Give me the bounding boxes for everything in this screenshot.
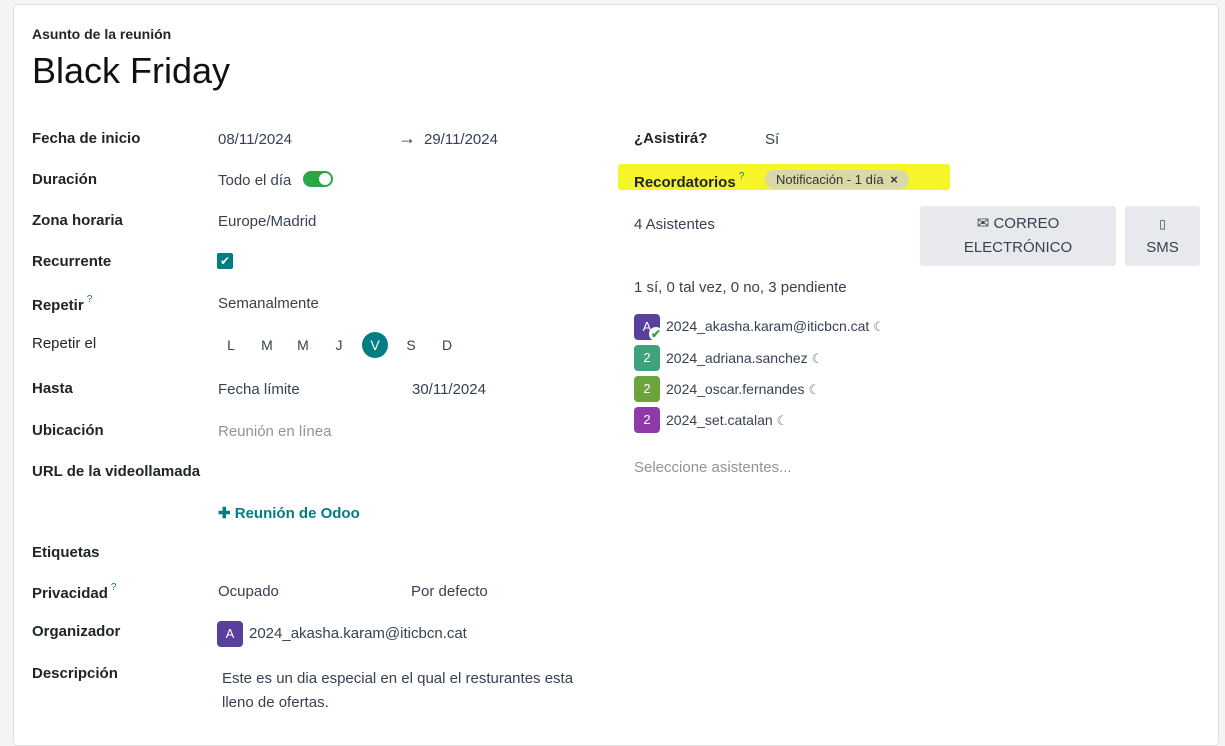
timezone-label: Zona horaria (32, 212, 123, 229)
arrow-right-icon: → (398, 128, 416, 148)
start-date-label: Fecha de inicio (32, 130, 141, 147)
plus-icon: ✚ (218, 505, 231, 522)
moon-icon: ☾ (873, 319, 885, 334)
attendees-count: 4 Asistentes (634, 216, 715, 233)
repeat-on-label: Repetir el (32, 335, 97, 352)
weekday-wednesday[interactable]: M (290, 332, 316, 358)
attendee-name[interactable]: 2024_akasha.karam@iticbcn.cat ☾ (666, 318, 885, 335)
attendee-name-text: 2024_adriana.sanchez (666, 350, 808, 366)
moon-icon: ☾ (776, 413, 789, 428)
select-attendees-input[interactable]: Seleccione asistentes... (634, 459, 792, 476)
toggle-knob (319, 173, 331, 185)
weekday-tuesday[interactable]: M (254, 332, 280, 358)
moon-icon: ☾ (808, 382, 821, 397)
help-icon[interactable]: ? (739, 171, 745, 182)
help-icon[interactable]: ? (87, 294, 93, 305)
odoo-meeting-text: Reunión de Odoo (234, 505, 360, 522)
sms-button[interactable]: ▯ SMS (1125, 206, 1200, 266)
attendee-avatar: 2 (634, 376, 660, 402)
moon-icon: ☾ (811, 351, 824, 366)
until-date-input[interactable]: 30/11/2024 (412, 381, 486, 398)
weekday-sunday[interactable]: D (434, 332, 460, 358)
subject-label: Asunto de la reunión (32, 26, 172, 42)
weekday-monday[interactable]: L (218, 332, 244, 358)
attendee-avatar: 2 (634, 407, 660, 433)
attend-label: ¿Asistirá? (634, 130, 708, 147)
email-button[interactable]: ✉ CORREO ELECTRÓNICO (920, 206, 1116, 266)
attendee-name-text: 2024_oscar.fernandes (666, 381, 805, 397)
weekday-thursday[interactable]: J (326, 332, 352, 358)
help-icon[interactable]: ? (111, 582, 117, 593)
attendee-name[interactable]: 2024_adriana.sanchez ☾ (666, 350, 823, 367)
mobile-icon: ▯ (1159, 217, 1166, 231)
location-input[interactable]: Reunión en línea (218, 423, 331, 440)
attendee-name[interactable]: 2024_oscar.fernandes ☾ (666, 381, 820, 398)
organizer-field[interactable]: 2024_akasha.karam@iticbcn.cat (249, 625, 467, 642)
recurrent-checkbox[interactable]: ✔ (217, 253, 233, 269)
attendee-name-text: 2024_akasha.karam@iticbcn.cat (666, 318, 870, 334)
allday-label: Todo el día (218, 172, 292, 189)
location-label: Ubicación (32, 422, 104, 439)
privacy-label: Privacidad? (32, 582, 116, 602)
allday-toggle[interactable] (303, 171, 333, 187)
weekday-friday[interactable]: V (362, 332, 388, 358)
attendance-summary: 1 sí, 0 tal vez, 0 no, 3 pendiente (634, 279, 847, 296)
form-sheet (13, 4, 1219, 746)
recurrent-label: Recurrente (32, 253, 112, 270)
attendee-avatar: 2 (634, 345, 660, 371)
end-date-input[interactable]: 29/11/2024 (424, 131, 498, 148)
email-button-line2: ELECTRÓNICO (963, 239, 1073, 256)
duration-label: Duración (32, 171, 98, 188)
timezone-select[interactable]: Europe/Madrid (218, 213, 316, 230)
reminder-tag[interactable]: Notificación - 1 día × (765, 170, 909, 189)
privacy-select[interactable]: Por defecto (411, 583, 488, 600)
sms-button-label: SMS (1146, 239, 1179, 256)
description-label: Descripción (32, 665, 118, 682)
tags-label: Etiquetas (32, 544, 100, 561)
envelope-icon: ✉ (976, 215, 990, 232)
repeat-select[interactable]: Semanalmente (218, 295, 319, 312)
email-button-line1: CORREO (993, 215, 1060, 232)
attend-select[interactable]: Sí (765, 131, 779, 148)
odoo-meeting-link[interactable]: ✚ Reunión de Odoo (218, 504, 360, 522)
accepted-check-icon: ✔ (649, 327, 663, 341)
organizer-label: Organizador (32, 623, 121, 640)
attendee-name-text: 2024_set.catalan (666, 412, 773, 428)
video-url-label: URL de la videollamada (32, 463, 201, 480)
reminders-label-text: Recordatorios (634, 174, 736, 191)
start-date-input[interactable]: 08/11/2024 (218, 131, 292, 148)
show-as-select[interactable]: Ocupado (218, 583, 279, 600)
description-line-2[interactable]: lleno de ofertas. (222, 694, 329, 711)
reminders-label: Recordatorios? (634, 171, 744, 191)
until-type-select[interactable]: Fecha límite (218, 381, 300, 398)
organizer-avatar: A (217, 621, 243, 647)
reminder-tag-text: Notificación - 1 día (776, 172, 884, 187)
privacy-label-text: Privacidad (32, 585, 108, 602)
attendee-name[interactable]: 2024_set.catalan ☾ (666, 412, 788, 429)
check-icon: ✔ (219, 254, 231, 268)
close-icon[interactable]: × (890, 172, 898, 187)
description-line-1[interactable]: Este es un dia especial en el qual el re… (222, 670, 573, 687)
weekday-saturday[interactable]: S (398, 332, 424, 358)
until-label: Hasta (32, 380, 73, 397)
repeat-label: Repetir? (32, 294, 92, 314)
meeting-title-input[interactable]: Black Friday (32, 50, 230, 92)
repeat-label-text: Repetir (32, 297, 84, 314)
